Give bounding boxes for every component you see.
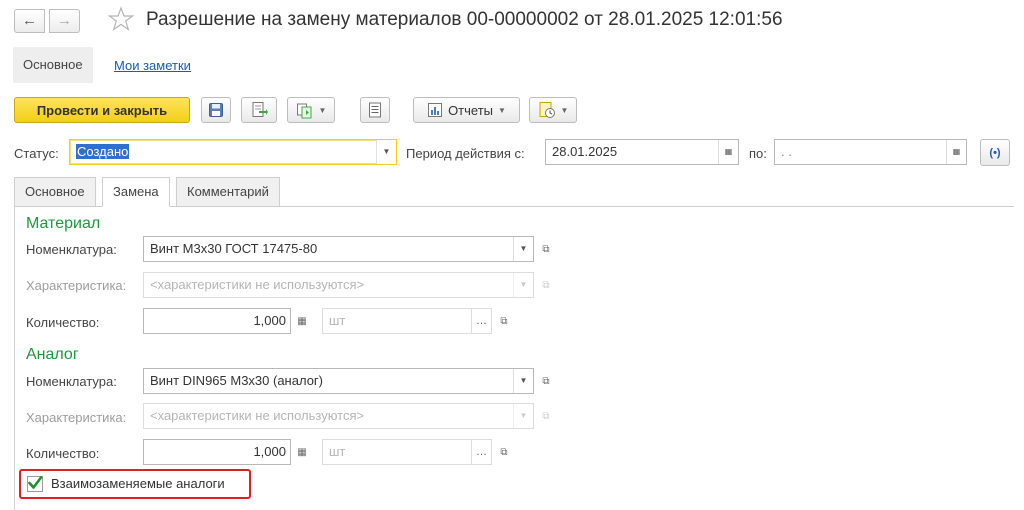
status-select[interactable]: Создано ▼: [69, 139, 397, 165]
status-value: Создано: [76, 144, 130, 159]
floppy-icon: [209, 103, 223, 117]
open-icon[interactable]: ⧉: [537, 372, 555, 390]
interchangeable-label[interactable]: Взаимозаменяемые аналоги: [51, 476, 225, 491]
analog-characteristic-placeholder: <характеристики не используются>: [150, 408, 365, 423]
create-based-on-icon: [296, 103, 312, 119]
analog-characteristic-label: Характеристика:: [26, 410, 127, 425]
period-from-value: 28.01.2025: [552, 144, 618, 159]
interchangeable-highlight: Взаимозаменяемые аналоги: [19, 469, 251, 499]
create-based-on-button[interactable]: ▼: [287, 97, 335, 123]
favorite-star-icon[interactable]: [108, 6, 134, 32]
open-icon[interactable]: ⧉: [537, 240, 555, 258]
calendar-icon[interactable]: ▦: [718, 140, 738, 164]
broadcast-icon: (•): [989, 146, 1001, 159]
material-quantity-field[interactable]: 1,000: [143, 308, 291, 334]
analog-quantity-label: Количество:: [26, 446, 100, 461]
interchangeable-checkbox[interactable]: [27, 476, 43, 492]
page-title: Разрешение на замену материалов 00-00000…: [146, 9, 783, 30]
chevron-down-icon: ▼: [498, 105, 506, 115]
analog-characteristic-field: <характеристики не используются> ▼: [143, 403, 534, 429]
report-icon: [428, 103, 443, 117]
period-to-field[interactable]: . . ▦: [774, 139, 967, 165]
reports-button[interactable]: Отчеты ▼: [413, 97, 520, 123]
material-characteristic-label: Характеристика:: [26, 278, 127, 293]
list-document-icon: [369, 102, 381, 118]
material-characteristic-placeholder: <характеристики не используются>: [150, 277, 365, 292]
analog-unit-placeholder: шт: [329, 444, 346, 459]
chevron-down-icon[interactable]: ▼: [376, 140, 396, 164]
material-unit-field[interactable]: шт …: [322, 308, 492, 334]
print-document-icon: [539, 102, 555, 118]
post-document-button[interactable]: [241, 97, 277, 123]
calculator-icon[interactable]: ▦: [293, 312, 311, 330]
analog-unit-field[interactable]: шт …: [322, 439, 492, 465]
analog-quantity-value: 1,000: [253, 444, 286, 459]
save-button[interactable]: [201, 97, 231, 123]
section-tab-main[interactable]: Основное: [13, 47, 93, 83]
structure-button[interactable]: [360, 97, 390, 123]
material-nomenclature-label: Номенклатура:: [26, 242, 117, 257]
back-button[interactable]: ←: [14, 9, 45, 33]
chevron-down-icon: ▼: [513, 273, 533, 297]
period-to-label: по:: [749, 146, 767, 161]
status-label: Статус:: [14, 146, 59, 161]
chevron-down-icon[interactable]: ▼: [513, 237, 533, 261]
post-and-close-button[interactable]: Провести и закрыть: [14, 97, 190, 123]
material-quantity-value: 1,000: [253, 313, 286, 328]
chevron-down-icon: ▼: [318, 105, 327, 115]
forward-button[interactable]: →: [49, 9, 80, 33]
tab-comment[interactable]: Комментарий: [176, 177, 280, 207]
chevron-down-icon: ▼: [560, 105, 569, 115]
reports-label: Отчеты: [448, 102, 493, 118]
ellipsis-icon[interactable]: …: [471, 309, 491, 333]
period-from-field[interactable]: 28.01.2025 ▦: [545, 139, 739, 165]
open-icon: ⧉: [542, 410, 550, 422]
material-characteristic-field: <характеристики не используются> ▼: [143, 272, 534, 298]
tab-main[interactable]: Основное: [14, 177, 96, 207]
open-icon: ⧉: [542, 279, 550, 291]
chevron-down-icon: ▼: [513, 404, 533, 428]
material-nomenclature-field[interactable]: Винт М3х30 ГОСТ 17475-80 ▼: [143, 236, 534, 262]
section-tab-notes[interactable]: Мои заметки: [114, 58, 191, 73]
period-to-value: . .: [781, 144, 792, 159]
chevron-down-icon[interactable]: ▼: [513, 369, 533, 393]
material-group-title: Материал: [26, 215, 101, 232]
ellipsis-icon[interactable]: …: [471, 440, 491, 464]
open-icon[interactable]: ⧉: [495, 443, 513, 461]
document-post-icon: [252, 102, 268, 117]
material-unit-placeholder: шт: [329, 313, 346, 328]
print-settings-button[interactable]: ▼: [529, 97, 577, 123]
analog-quantity-field[interactable]: 1,000: [143, 439, 291, 465]
checkmark-icon: [28, 476, 43, 489]
material-quantity-label: Количество:: [26, 315, 100, 330]
analog-nomenclature-value: Винт DIN965 М3х30 (аналог): [150, 373, 323, 388]
open-icon[interactable]: ⧉: [495, 312, 513, 330]
tab-replacement[interactable]: Замена: [102, 177, 170, 207]
analog-nomenclature-field[interactable]: Винт DIN965 М3х30 (аналог) ▼: [143, 368, 534, 394]
calculator-icon[interactable]: ▦: [293, 443, 311, 461]
calendar-icon[interactable]: ▦: [946, 140, 966, 164]
period-from-label: Период действия с:: [406, 146, 525, 161]
analog-group-title: Аналог: [26, 346, 79, 363]
scan-barcode-button[interactable]: (•): [980, 139, 1010, 166]
material-nomenclature-value: Винт М3х30 ГОСТ 17475-80: [150, 241, 318, 256]
analog-nomenclature-label: Номенклатура:: [26, 374, 117, 389]
